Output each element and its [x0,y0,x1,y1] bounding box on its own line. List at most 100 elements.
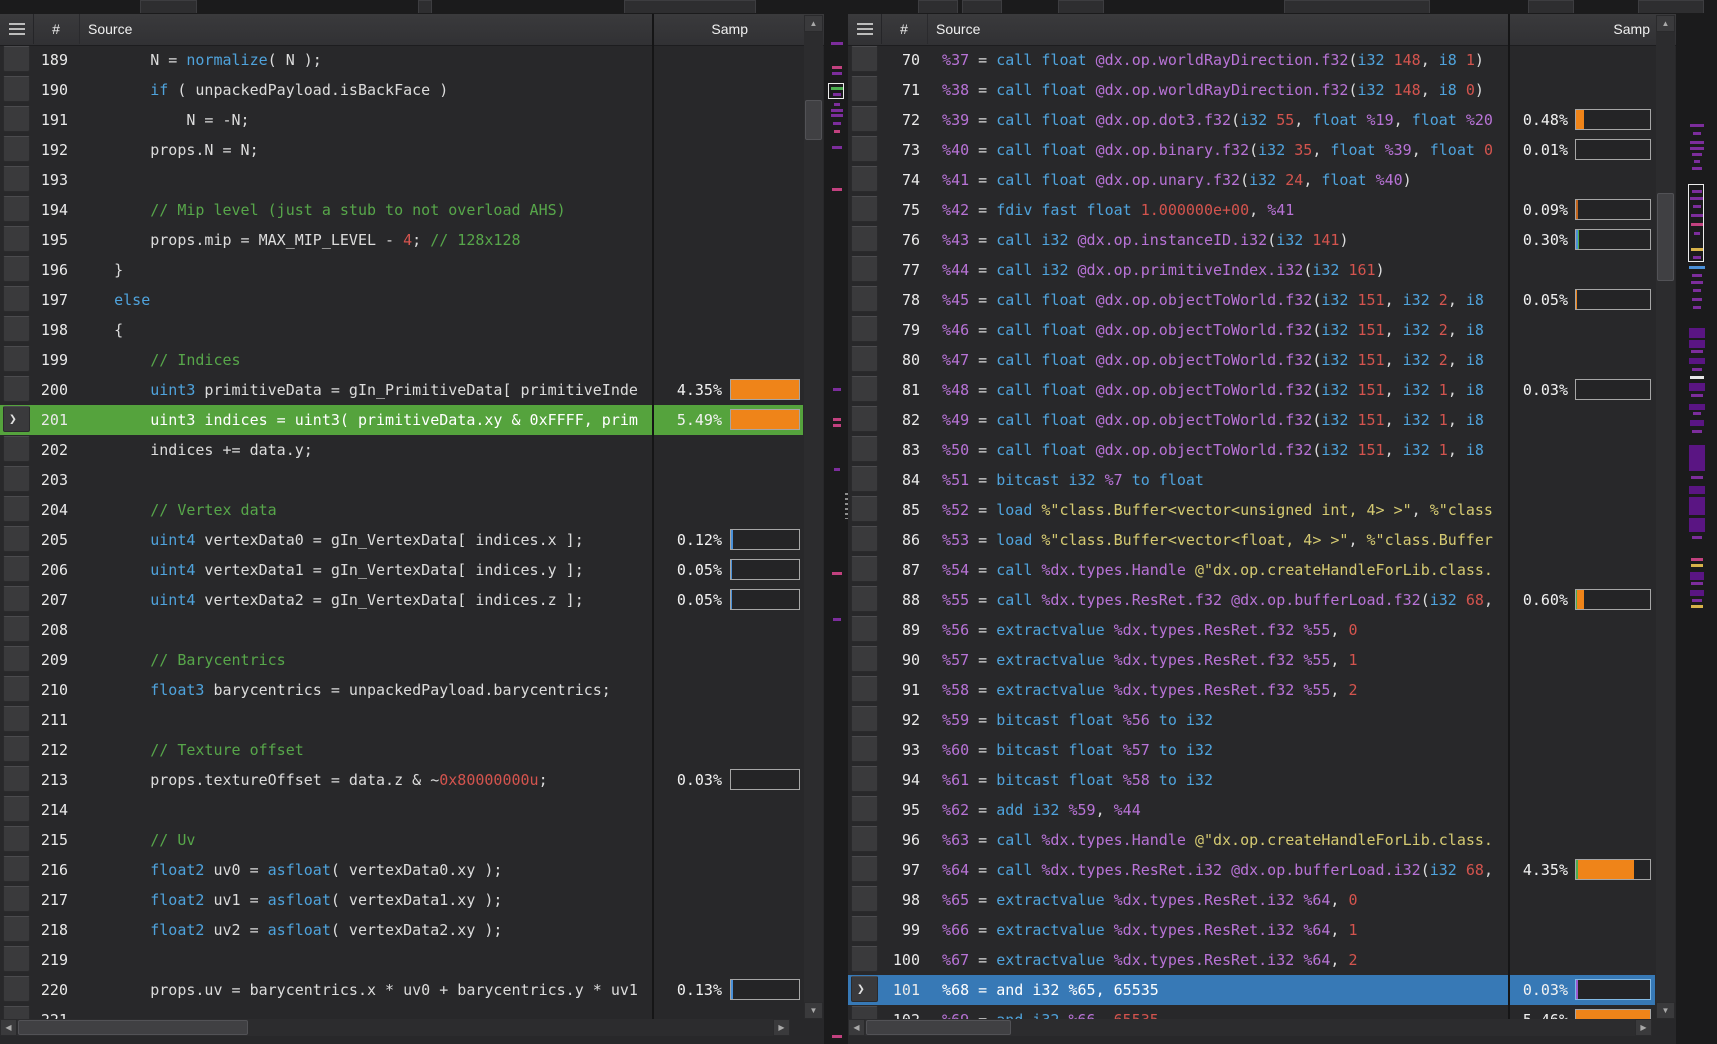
code-row[interactable]: 215 // Uv [0,825,803,855]
code-row[interactable]: 198 { [0,315,803,345]
code-row[interactable]: 199 // Indices [0,345,803,375]
code-row[interactable]: 72 %39 = call float @dx.op.dot3.f32(i32 … [848,105,1655,135]
code-row[interactable]: 78 %45 = call float @dx.op.objectToWorld… [848,285,1655,315]
code-row[interactable]: 76 %43 = call i32 @dx.op.instanceID.i32(… [848,225,1655,255]
code-row[interactable]: 219 [0,945,803,975]
minimap-viewport[interactable] [828,83,844,99]
code-row[interactable]: 217 float2 uv1 = asfloat( vertexData1.xy… [0,885,803,915]
minimap-viewport[interactable] [1688,184,1704,262]
code-row[interactable]: 94 %61 = bitcast float %58 to i32 [848,765,1655,795]
column-menu-button[interactable] [0,14,34,44]
code-row[interactable]: 205 uint4 vertexData0 = gIn_VertexData[ … [0,525,803,555]
scroll-right-icon[interactable]: ▶ [1635,1019,1652,1036]
code-row[interactable]: 84 %51 = bitcast i32 %7 to float [848,465,1655,495]
scroll-down-icon[interactable]: ▼ [804,1002,823,1019]
samples-bar [730,529,800,550]
code-row[interactable]: 204 // Vertex data [0,495,803,525]
code-row[interactable]: 196 } [0,255,803,285]
code-row[interactable]: ❯101 %68 = and i32 %65, 655350.03% [848,975,1655,1005]
code-row[interactable]: 218 float2 uv2 = asfloat( vertexData2.xy… [0,915,803,945]
code-row[interactable]: 197 else [0,285,803,315]
column-menu-button[interactable] [848,14,882,44]
code-row[interactable]: 191 N = -N; [0,105,803,135]
code-row[interactable]: 202 indices += data.y; [0,435,803,465]
vertical-scrollbar[interactable]: ▲ ▼ [1656,15,1675,1019]
code-row[interactable]: 86 %53 = load %"class.Buffer<vector<floa… [848,525,1655,555]
code-row[interactable]: 97 %64 = call %dx.types.ResRet.i32 @dx.o… [848,855,1655,885]
scrollbar-thumb[interactable] [18,1020,248,1035]
code-row[interactable]: 99 %66 = extractvalue %dx.types.ResRet.i… [848,915,1655,945]
code-row[interactable]: 189 N = normalize( N ); [0,45,803,75]
code-text: if ( unpackedPayload.isBackFace ) [78,75,652,105]
code-row[interactable]: 92 %59 = bitcast float %56 to i32 [848,705,1655,735]
horizontal-scrollbar[interactable]: ◀ ▶ [848,1019,1652,1036]
code-row[interactable]: 212 // Texture offset [0,735,803,765]
code-row[interactable]: 195 props.mip = MAX_MIP_LEVEL - 4; // 12… [0,225,803,255]
code-row[interactable]: 79 %46 = call float @dx.op.objectToWorld… [848,315,1655,345]
heat-mark [833,618,841,621]
code-row[interactable]: 100 %67 = extractvalue %dx.types.ResRet.… [848,945,1655,975]
code-row[interactable]: 87 %54 = call %dx.types.Handle @"dx.op.c… [848,555,1655,585]
code-row[interactable]: 70 %37 = call float @dx.op.worldRayDirec… [848,45,1655,75]
code-text: %48 = call float @dx.op.objectToWorld.f3… [924,375,1508,405]
scroll-down-icon[interactable]: ▼ [1656,1002,1675,1019]
samples-percent: 4.35% [1512,855,1568,885]
code-row[interactable]: 208 [0,615,803,645]
code-row[interactable]: 73 %40 = call float @dx.op.binary.f32(i3… [848,135,1655,165]
scroll-up-icon[interactable]: ▲ [1656,15,1675,32]
code-row[interactable]: 74 %41 = call float @dx.op.unary.f32(i32… [848,165,1655,195]
code-row[interactable]: 81 %48 = call float @dx.op.objectToWorld… [848,375,1655,405]
code-row[interactable]: 96 %63 = call %dx.types.Handle @"dx.op.c… [848,825,1655,855]
code-row[interactable]: 206 uint4 vertexData1 = gIn_VertexData[ … [0,555,803,585]
code-row[interactable]: 200 uint3 primitiveData = gIn_PrimitiveD… [0,375,803,405]
vertical-scrollbar[interactable]: ▲ ▼ [804,15,823,1019]
code-row[interactable]: 211 [0,705,803,735]
horizontal-scrollbar[interactable]: ◀ ▶ [0,1019,790,1036]
code-row[interactable]: 193 [0,165,803,195]
code-row[interactable]: 210 float3 barycentrics = unpackedPayloa… [0,675,803,705]
scroll-left-icon[interactable]: ◀ [848,1019,865,1036]
line-number: 194 [0,195,68,225]
scrollbar-thumb[interactable] [1657,193,1674,281]
code-row[interactable]: 91 %58 = extractvalue %dx.types.ResRet.f… [848,675,1655,705]
code-row[interactable]: ❯201 uint3 indices = uint3( primitiveDat… [0,405,803,435]
code-row[interactable]: 209 // Barycentrics [0,645,803,675]
code-row[interactable]: 98 %65 = extractvalue %dx.types.ResRet.i… [848,885,1655,915]
code-row[interactable]: 85 %52 = load %"class.Buffer<vector<unsi… [848,495,1655,525]
scroll-up-icon[interactable]: ▲ [804,15,823,32]
code-row[interactable]: 216 float2 uv0 = asfloat( vertexData0.xy… [0,855,803,885]
code-row[interactable]: 213 props.textureOffset = data.z & ~0x80… [0,765,803,795]
heatmap-minimap-right[interactable] [1688,14,1706,1044]
heat-mark [1691,394,1703,397]
code-row[interactable]: 82 %49 = call float @dx.op.objectToWorld… [848,405,1655,435]
disassembly-panel: # Source Samp 70 %37 = call float @dx.op… [848,14,1676,1044]
code-row[interactable]: 83 %50 = call float @dx.op.objectToWorld… [848,435,1655,465]
code-row[interactable]: 102 %69 = and i32 %66, 655355.46% [848,1005,1655,1019]
heatmap-minimap-left[interactable] [828,14,846,1044]
code-row[interactable]: 221 [0,1005,803,1019]
code-row[interactable]: 88 %55 = call %dx.types.ResRet.f32 @dx.o… [848,585,1655,615]
code-row[interactable]: 77 %44 = call i32 @dx.op.primitiveIndex.… [848,255,1655,285]
samples-percent: 0.12% [656,525,722,555]
code-row[interactable]: 75 %42 = fdiv fast float 1.000000e+00, %… [848,195,1655,225]
code-row[interactable]: 194 // Mip level (just a stub to not ove… [0,195,803,225]
code-row[interactable]: 214 [0,795,803,825]
code-row[interactable]: 203 [0,465,803,495]
samples-percent: 0.30% [1512,225,1568,255]
code-row[interactable]: 90 %57 = extractvalue %dx.types.ResRet.f… [848,645,1655,675]
code-row[interactable]: 207 uint4 vertexData2 = gIn_VertexData[ … [0,585,803,615]
code-row[interactable]: 95 %62 = add i32 %59, %44 [848,795,1655,825]
code-row[interactable]: 80 %47 = call float @dx.op.objectToWorld… [848,345,1655,375]
scroll-left-icon[interactable]: ◀ [0,1019,17,1036]
code-row[interactable]: 93 %60 = bitcast float %57 to i32 [848,735,1655,765]
samples-bar [730,769,800,790]
code-row[interactable]: 71 %38 = call float @dx.op.worldRayDirec… [848,75,1655,105]
code-row[interactable]: 220 props.uv = barycentrics.x * uv0 + ba… [0,975,803,1005]
splitter-handle[interactable] [845,493,848,519]
code-row[interactable]: 89 %56 = extractvalue %dx.types.ResRet.f… [848,615,1655,645]
scroll-right-icon[interactable]: ▶ [773,1019,790,1036]
code-row[interactable]: 190 if ( unpackedPayload.isBackFace ) [0,75,803,105]
scrollbar-thumb[interactable] [866,1020,1011,1035]
scrollbar-thumb[interactable] [805,100,822,140]
code-row[interactable]: 192 props.N = N; [0,135,803,165]
